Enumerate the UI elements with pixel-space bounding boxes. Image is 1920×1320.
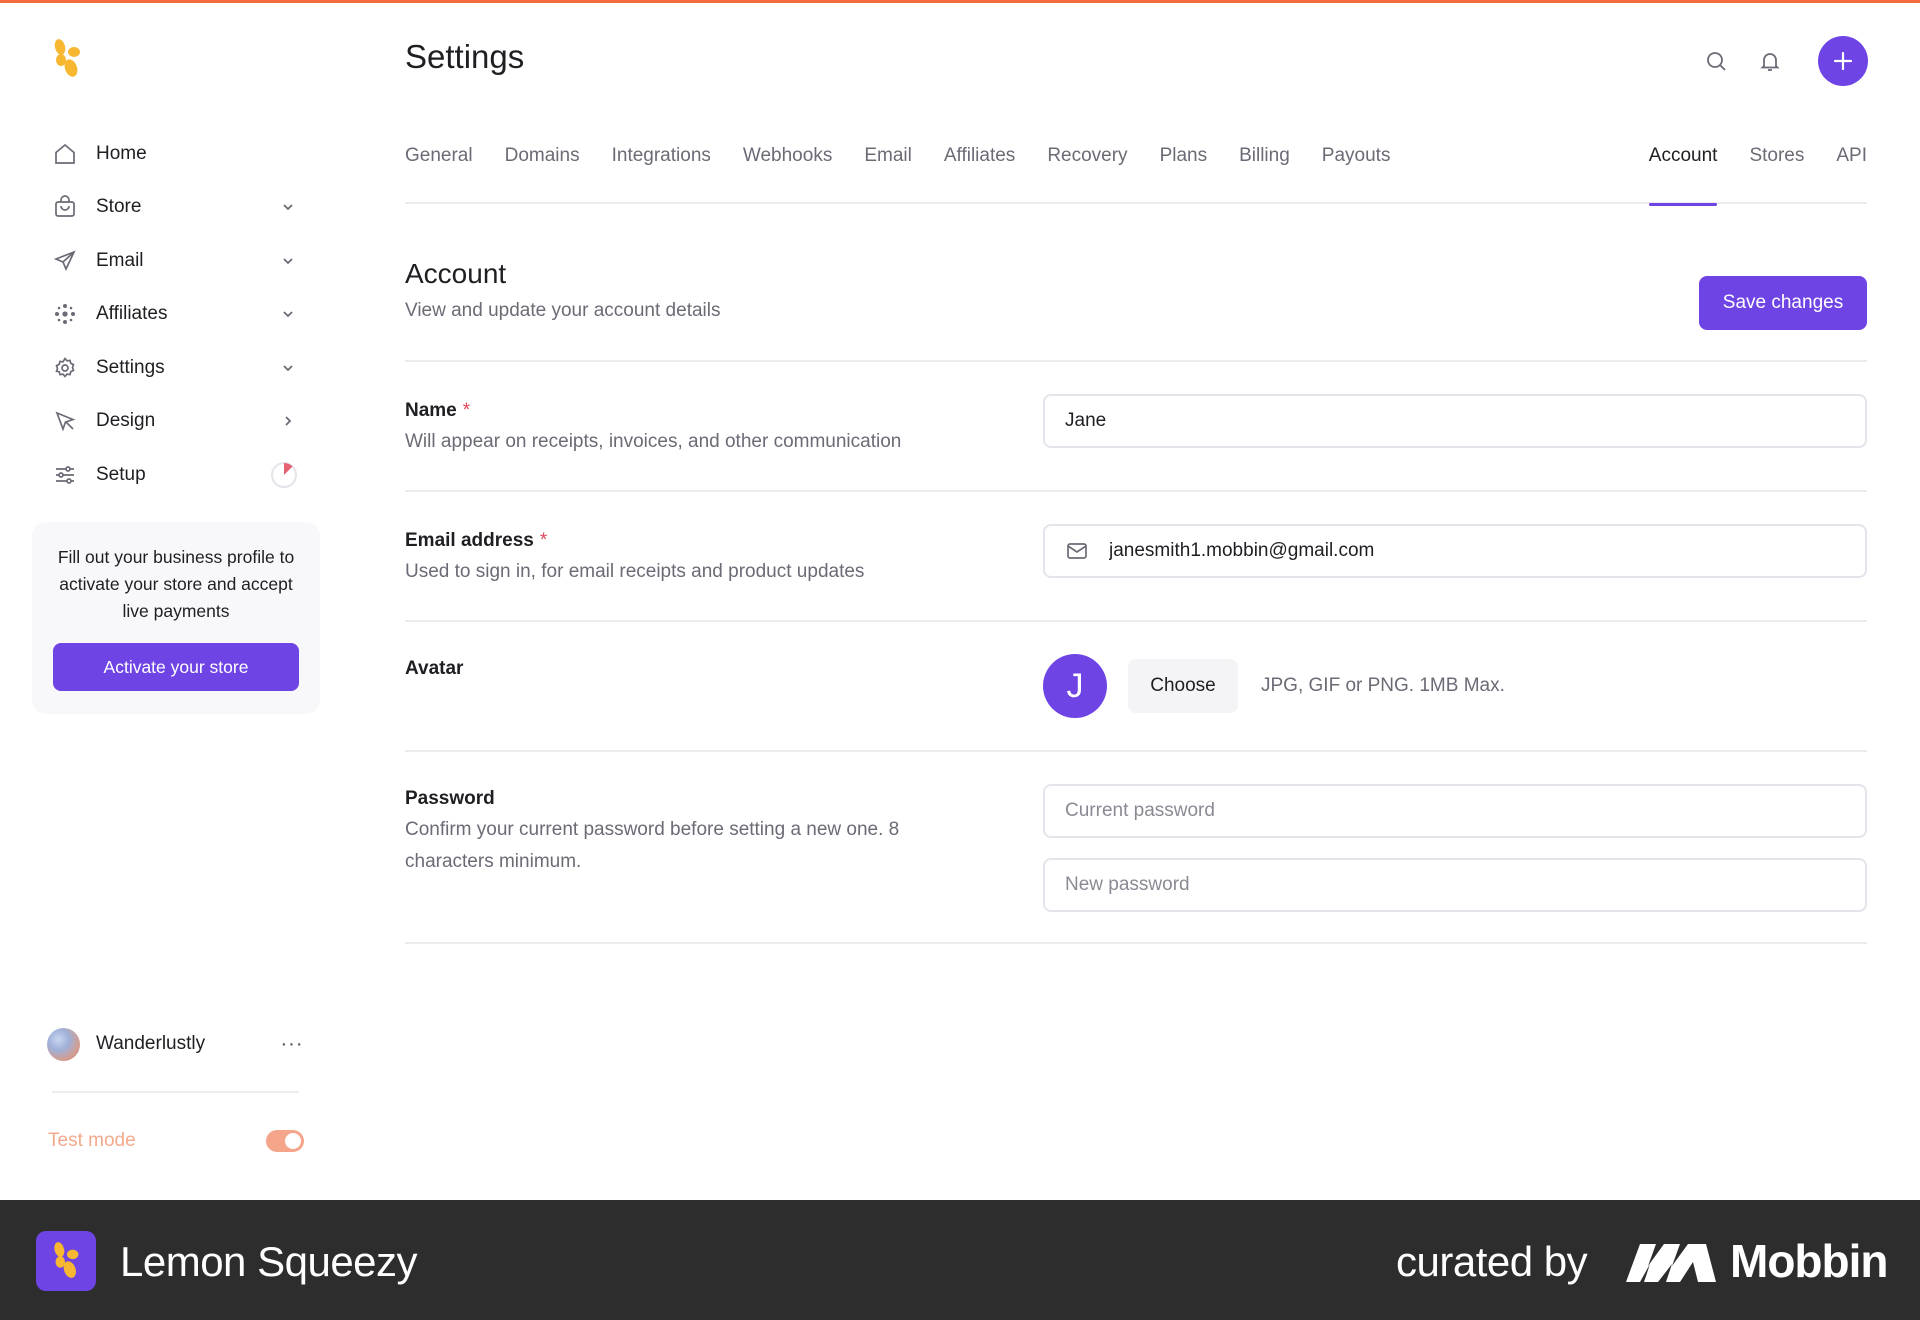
- store-avatar: [47, 1027, 80, 1061]
- tab-stores[interactable]: Stores: [1749, 140, 1804, 204]
- sidebar-item-label: Setup: [96, 463, 146, 485]
- lemon-squeezy-brand-icon: [36, 1231, 96, 1291]
- progress-ring-icon: [270, 461, 298, 489]
- gear-icon: [52, 355, 78, 381]
- brand-name: Lemon Squeezy: [120, 1238, 418, 1285]
- mobbin-logo-icon: [1626, 1244, 1716, 1282]
- tab-domains[interactable]: Domains: [505, 140, 580, 204]
- sidebar-item-label: Home: [96, 142, 147, 164]
- tab-api[interactable]: API: [1836, 140, 1867, 204]
- required-marker: *: [462, 400, 471, 421]
- chevron-down-icon[interactable]: [278, 358, 298, 378]
- test-mode-row: Test mode: [48, 1128, 304, 1154]
- sidebar-item-label: Affiliates: [96, 303, 168, 325]
- name-input[interactable]: [1065, 410, 1845, 432]
- email-label: Email address *: [405, 530, 548, 551]
- email-row: Email address * Used to sign in, for emai…: [405, 492, 1867, 622]
- avatar-hint: JPG, GIF or PNG. 1MB Max.: [1261, 675, 1505, 696]
- name-description: Will appear on receipts, invoices, and o…: [405, 431, 902, 452]
- cursor-icon: [52, 408, 78, 434]
- sidebar-item-label: Design: [96, 410, 156, 432]
- send-icon: [52, 248, 78, 274]
- bell-icon[interactable]: [1756, 47, 1784, 75]
- activate-store-button[interactable]: Activate your store: [53, 643, 299, 691]
- account-section-header: Account View and update your account det…: [405, 258, 1867, 362]
- password-row: Password Confirm your current password b…: [405, 752, 1867, 944]
- tab-account[interactable]: Account: [1648, 140, 1717, 206]
- sidebar-item-setup[interactable]: Setup: [40, 448, 310, 502]
- avatar-row: Avatar J Choose JPG, GIF or PNG. 1MB Max…: [405, 622, 1867, 752]
- sidebar-item-affiliates[interactable]: Affiliates: [40, 288, 310, 342]
- sidebar-divider: [52, 1091, 299, 1093]
- account-name: Wanderlustly: [96, 1033, 206, 1054]
- tab-billing[interactable]: Billing: [1239, 140, 1290, 204]
- tab-payouts[interactable]: Payouts: [1322, 140, 1391, 204]
- sidebar-item-label: Settings: [96, 356, 165, 378]
- chevron-down-icon[interactable]: [278, 251, 298, 271]
- email-field[interactable]: [1043, 524, 1867, 578]
- sidebar-item-settings[interactable]: Settings: [40, 341, 310, 395]
- email-input[interactable]: [1109, 540, 1845, 562]
- sidebar-item-design[interactable]: Design: [40, 395, 310, 449]
- chevron-down-icon[interactable]: [278, 197, 298, 217]
- new-password-field[interactable]: [1043, 858, 1867, 912]
- page-title: Settings: [405, 38, 525, 75]
- account-switcher[interactable]: Wanderlustly ···: [47, 1027, 307, 1061]
- section-title: Account: [405, 258, 507, 289]
- sidebar-item-label: Email: [96, 249, 144, 271]
- tab-recovery[interactable]: Recovery: [1047, 140, 1127, 204]
- chevron-down-icon[interactable]: [278, 304, 298, 324]
- mobbin-name: Mobbin: [1730, 1235, 1888, 1287]
- save-changes-button[interactable]: Save changes: [1699, 276, 1867, 330]
- tab-email[interactable]: Email: [864, 140, 912, 204]
- current-password-field[interactable]: [1043, 784, 1867, 838]
- sliders-icon: [52, 462, 78, 488]
- activation-promo-card: Fill out your business profile to activa…: [32, 522, 320, 714]
- tab-affiliates[interactable]: Affiliates: [944, 140, 1015, 204]
- tab-integrations[interactable]: Integrations: [612, 140, 711, 204]
- plus-icon[interactable]: [1818, 36, 1868, 86]
- tab-webhooks[interactable]: Webhooks: [743, 140, 832, 204]
- name-row: Name * Will appear on receipts, invoices,…: [405, 362, 1867, 492]
- header-actions: [1702, 36, 1868, 86]
- sidebar: Home Store Email Affiliates Settings Des…: [0, 0, 340, 1200]
- avatar-label: Avatar: [405, 658, 464, 679]
- promo-text: Fill out your business profile to activa…: [57, 547, 295, 621]
- password-description: Confirm your current password before set…: [405, 819, 900, 872]
- settings-tabs: General Domains Integrations Webhooks Em…: [405, 140, 1867, 206]
- current-password-input[interactable]: [1065, 800, 1845, 822]
- required-marker: *: [539, 530, 548, 551]
- tab-plans[interactable]: Plans: [1160, 140, 1208, 204]
- footer-banner: Lemon Squeezy curated by Mobbin: [0, 1200, 1920, 1320]
- shopping-bag-icon: [52, 194, 78, 220]
- tab-spacer: [1422, 140, 1648, 204]
- test-mode-toggle[interactable]: [266, 1130, 304, 1152]
- mail-icon: [1065, 539, 1089, 563]
- sidebar-item-store[interactable]: Store: [40, 181, 310, 235]
- email-description: Used to sign in, for email receipts and …: [405, 561, 865, 582]
- tab-general[interactable]: General: [405, 140, 473, 204]
- curated-by-text: curated by: [1396, 1238, 1588, 1285]
- password-label: Password: [405, 788, 495, 809]
- chevron-right-icon[interactable]: [278, 411, 298, 431]
- sidebar-nav: Home Store Email Affiliates Settings Des…: [40, 127, 310, 502]
- network-icon: [52, 301, 78, 327]
- name-field[interactable]: [1043, 394, 1867, 448]
- more-options-icon[interactable]: ···: [277, 1033, 307, 1056]
- test-mode-label: Test mode: [48, 1130, 136, 1151]
- home-icon: [52, 141, 78, 167]
- search-icon[interactable]: [1702, 47, 1730, 75]
- choose-avatar-button[interactable]: Choose: [1128, 659, 1238, 713]
- lemon-squeezy-logo-icon[interactable]: [50, 38, 84, 80]
- section-subtitle: View and update your account details: [405, 300, 721, 321]
- user-avatar: J: [1043, 654, 1107, 718]
- sidebar-item-home[interactable]: Home: [40, 127, 310, 181]
- sidebar-item-email[interactable]: Email: [40, 234, 310, 288]
- new-password-input[interactable]: [1065, 874, 1845, 896]
- sidebar-item-label: Store: [96, 196, 142, 218]
- name-label: Name *: [405, 400, 471, 421]
